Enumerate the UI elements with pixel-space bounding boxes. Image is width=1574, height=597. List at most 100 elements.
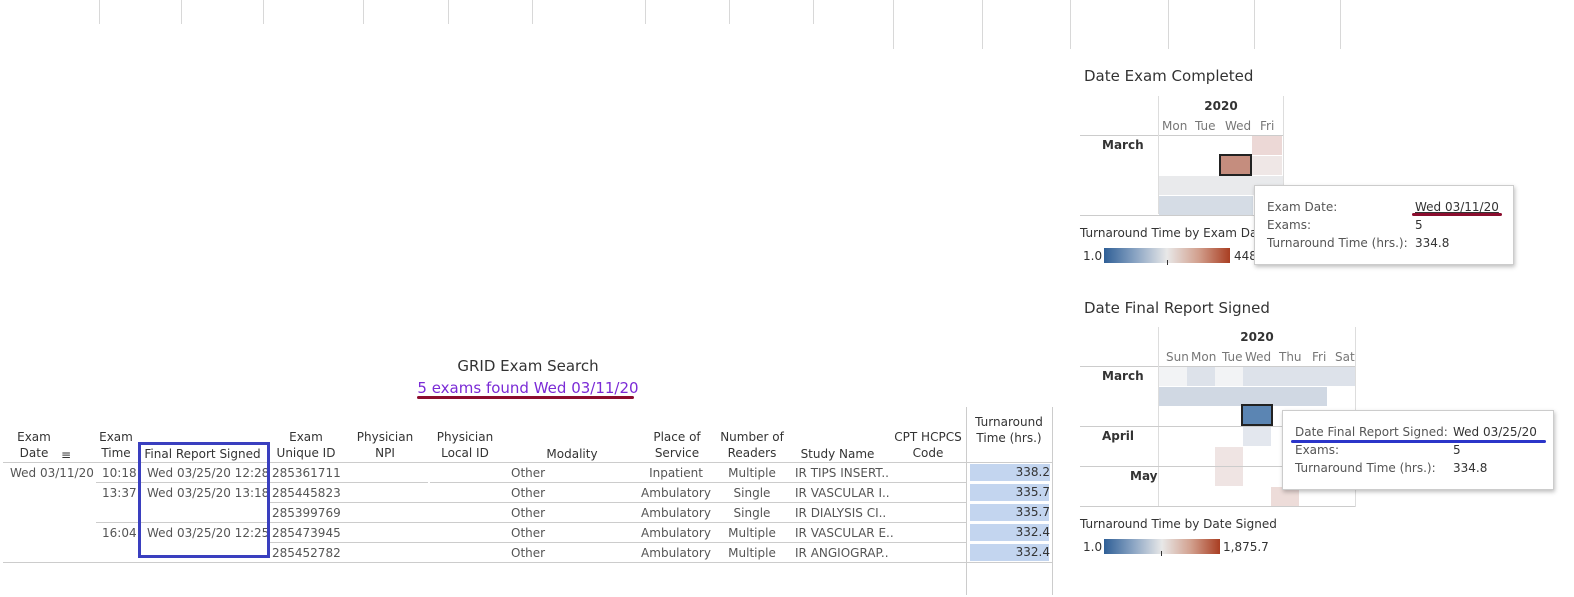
- readers-cell: Single: [733, 506, 771, 520]
- readers-cell: Single: [733, 486, 771, 500]
- header-study-name[interactable]: Study Name: [800, 446, 875, 462]
- tooltip-key: Exams:: [1267, 218, 1312, 232]
- grid-title: GRID Exam Search: [457, 357, 599, 375]
- sort-icon[interactable]: ≡: [61, 448, 71, 462]
- axis-tick: [1254, 0, 1255, 49]
- axis-tick: [363, 0, 364, 24]
- cal-signed-month-may: May: [1130, 469, 1158, 483]
- tooltip-value: 5: [1453, 443, 1461, 457]
- cal-signed-title: Date Final Report Signed: [1084, 299, 1270, 317]
- place-cell: Inpatient: [649, 466, 703, 480]
- header-physician-npi[interactable]: Physician NPI: [353, 429, 417, 461]
- cal-day-cell[interactable]: [1215, 447, 1243, 466]
- place-cell: Ambulatory: [641, 506, 711, 520]
- cal-completed-month: March: [1102, 138, 1144, 152]
- header-place-of-service[interactable]: Place of Service: [645, 429, 709, 461]
- modality-cell: Other: [511, 506, 546, 520]
- cal-day-cell-selected[interactable]: [1241, 404, 1273, 426]
- legend-marker: [1161, 551, 1162, 556]
- annotation-underline-red: [1412, 213, 1502, 216]
- row-divider-gap: [428, 482, 430, 483]
- axis-tick: [729, 0, 730, 24]
- exam-uid-cell: 285361711: [272, 466, 341, 480]
- exam-date-cell: Wed 03/11/20: [10, 466, 94, 480]
- axis-tick: [893, 0, 894, 49]
- cal-day-cell-week[interactable]: [1159, 367, 1355, 386]
- day-label-fri: Fri: [1260, 119, 1275, 133]
- header-physician-local-id[interactable]: Physician Local ID: [433, 429, 497, 461]
- tooltip-value: 334.8: [1415, 236, 1450, 250]
- cal-day-cell[interactable]: [1215, 467, 1243, 486]
- legend-title-exam-date: Turnaround Time by Exam Date: [1080, 226, 1270, 240]
- place-cell: Ambulatory: [641, 546, 711, 560]
- day-label-fri: Fri: [1312, 350, 1327, 364]
- turnaround-value: 338.2: [1015, 465, 1050, 479]
- exam-count: 5 exams found: [417, 379, 529, 397]
- turnaround-value: 335.7: [1015, 485, 1050, 499]
- tooltip-value: 5: [1415, 218, 1423, 232]
- exam-date-link[interactable]: Wed 03/11/20: [534, 379, 639, 397]
- header-number-of-readers[interactable]: Number of Readers: [716, 429, 788, 461]
- day-label-tue: Tue: [1195, 119, 1216, 133]
- day-label-wed: Wed: [1245, 350, 1272, 364]
- cal-divider: [1080, 506, 1355, 507]
- table-bottom-line: [3, 562, 1052, 563]
- place-cell: Ambulatory: [641, 486, 711, 500]
- cal-day-cell[interactable]: [1159, 367, 1187, 386]
- cal-day-cell-week[interactable]: [1159, 196, 1253, 215]
- day-label-mon: Mon: [1162, 119, 1188, 133]
- exam-uid-cell: 285445823: [272, 486, 341, 500]
- modality-cell: Other: [511, 526, 546, 540]
- cal-divider: [1080, 215, 1254, 216]
- readers-cell: Multiple: [728, 466, 776, 480]
- axis-tick: [982, 0, 983, 49]
- header-exam-time[interactable]: Exam Time: [96, 429, 136, 461]
- modality-cell: Other: [511, 466, 546, 480]
- axis-tick: [263, 0, 264, 24]
- cal-day-cell[interactable]: [1252, 156, 1282, 175]
- readers-cell: Multiple: [728, 526, 776, 540]
- day-label-sun: Sun: [1166, 350, 1189, 364]
- tooltip-value: 334.8: [1453, 461, 1488, 475]
- header-turnaround-time[interactable]: Turnaround Time (hrs.): [970, 414, 1048, 446]
- tooltip-key: Exams:: [1295, 443, 1340, 457]
- tooltip-value: Wed 03/11/20: [1415, 200, 1499, 214]
- annotation-underline-red: [417, 396, 634, 399]
- cal-day-cell[interactable]: [1215, 367, 1243, 386]
- study-name-cell: IR DIALYSIS CI..: [795, 506, 887, 520]
- study-name-cell: IR VASCULAR I..: [795, 486, 890, 500]
- modality-cell: Other: [511, 486, 546, 500]
- header-cpt-hcpcs-code[interactable]: CPT HCPCS Code: [894, 429, 962, 461]
- axis-tick: [813, 0, 814, 24]
- bar-column-right-line: [1052, 407, 1053, 595]
- turnaround-value: 332.4: [1015, 545, 1050, 559]
- cal-completed-year: 2020: [1204, 99, 1238, 113]
- tooltip-key: Exam Date:: [1267, 200, 1338, 214]
- cal-day-cell[interactable]: [1252, 136, 1282, 155]
- legend-title-date-signed: Turnaround Time by Date Signed: [1080, 517, 1277, 531]
- tooltip-key: Turnaround Time (hrs.):: [1295, 461, 1436, 475]
- modality-cell: Other: [511, 546, 546, 560]
- axis-tick: [1168, 0, 1169, 49]
- axis-tick: [1070, 0, 1071, 49]
- header-modality[interactable]: Modality: [540, 446, 604, 462]
- day-label-thu: Thu: [1279, 350, 1302, 364]
- axis-tick: [181, 0, 182, 24]
- header-exam-date[interactable]: Exam Date: [10, 429, 58, 461]
- day-label-wed: Wed: [1225, 119, 1252, 133]
- tooltip-date-signed: Date Final Report Signed: Wed 03/25/20 E…: [1282, 410, 1554, 490]
- axis-tick: [99, 0, 100, 24]
- day-label-tue: Tue: [1222, 350, 1243, 364]
- axis-tick: [448, 0, 449, 24]
- cal-day-cell-selected[interactable]: [1219, 154, 1252, 176]
- tooltip-key: Turnaround Time (hrs.):: [1267, 236, 1408, 250]
- legend-max: 1,875.7: [1223, 540, 1269, 554]
- tooltip-key: Date Final Report Signed:: [1295, 425, 1448, 439]
- cal-divider: [1283, 96, 1284, 186]
- axis-tick: [532, 0, 533, 24]
- exam-uid-cell: 285452782: [272, 546, 341, 560]
- cal-day-cell[interactable]: [1243, 427, 1271, 446]
- cal-signed-month-april: April: [1102, 429, 1135, 443]
- day-label-mon: Mon: [1191, 350, 1217, 364]
- header-exam-unique-id[interactable]: Exam Unique ID: [273, 429, 339, 461]
